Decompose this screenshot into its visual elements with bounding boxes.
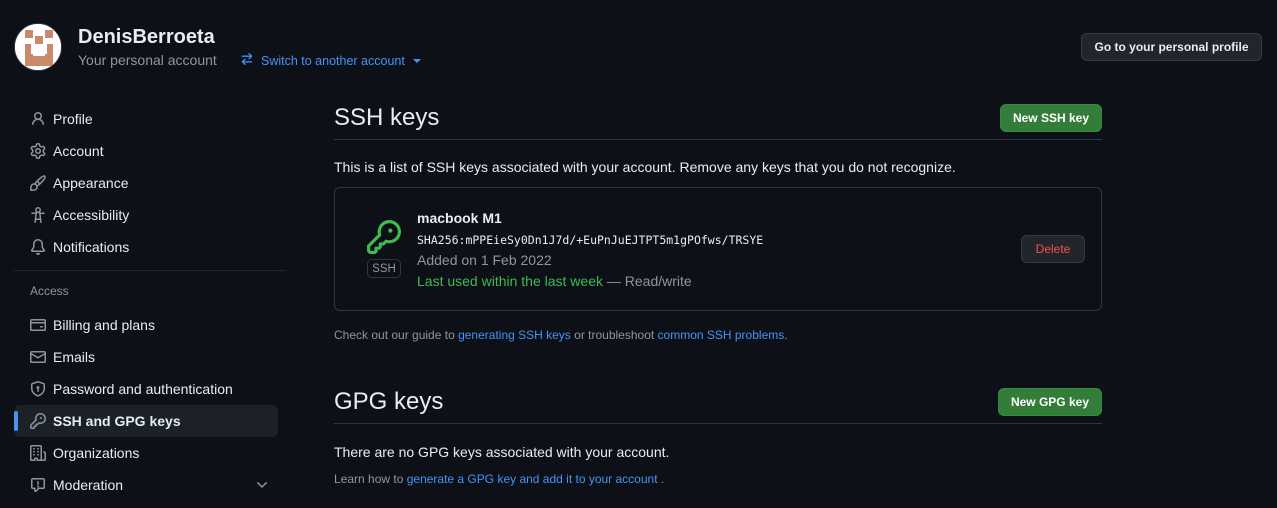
last-used-text: Last used within the last week — [417, 273, 603, 289]
personal-profile-button[interactable]: Go to your personal profile — [1081, 33, 1262, 61]
gpg-learn-note: Learn how to generate a GPG key and add … — [334, 472, 1102, 486]
comment-icon — [30, 477, 46, 493]
sidebar-item-label: Profile — [53, 111, 93, 127]
sidebar-item-accessibility[interactable]: Accessibility — [14, 199, 278, 231]
sidebar-item-label: Account — [53, 143, 104, 159]
sidebar-item-billing[interactable]: Billing and plans — [14, 309, 278, 341]
note-text: Check out our guide to — [334, 328, 459, 342]
sidebar-item-label: Moderation — [53, 477, 124, 493]
main-content: SSH keys New SSH key This is a list of S… — [334, 96, 1102, 486]
sidebar-item-password[interactable]: Password and authentication — [14, 373, 278, 405]
sidebar-item-appearance[interactable]: Appearance — [14, 167, 278, 199]
sidebar-item-label: Accessibility — [53, 207, 130, 223]
sidebar-divider — [14, 270, 286, 271]
key-icon — [30, 413, 46, 429]
sidebar-item-account[interactable]: Account — [14, 135, 278, 167]
sidebar-item-moderation[interactable]: Moderation — [14, 469, 278, 501]
account-subtitle: Your personal account — [78, 52, 217, 68]
person-icon — [30, 111, 46, 127]
bell-icon — [30, 239, 46, 255]
ssh-description: This is a list of SSH keys associated wi… — [334, 159, 956, 175]
sidebar-item-label: Appearance — [53, 175, 129, 191]
delete-ssh-key-button[interactable]: Delete — [1021, 235, 1085, 263]
sidebar-section-heading: Access — [30, 284, 69, 298]
ssh-guide-note: Check out our guide to generating SSH ke… — [334, 328, 1102, 342]
accessibility-icon — [30, 207, 46, 223]
sidebar-item-notifications[interactable]: Notifications — [14, 231, 278, 263]
sidebar-item-label: Password and authentication — [53, 381, 233, 397]
key-icon — [365, 220, 403, 254]
sidebar-item-profile[interactable]: Profile — [14, 103, 278, 135]
gpg-section-header: GPG keys New GPG key — [334, 380, 1102, 424]
access-level-text: — Read/write — [603, 273, 692, 289]
settings-sidebar: Profile Account Appearance Accessibility… — [14, 103, 286, 501]
note-text: or troubleshoot — [570, 328, 658, 342]
ssh-key-last-used: Last used within the last week — Read/wr… — [417, 273, 692, 289]
generate-gpg-key-link[interactable]: generate a GPG key and add it to your ac… — [407, 472, 658, 486]
gpg-section: GPG keys New GPG key There are no GPG ke… — [334, 380, 1102, 486]
gear-icon — [30, 143, 46, 159]
sidebar-item-label: Organizations — [53, 445, 140, 461]
gpg-section-title: GPG keys — [334, 387, 444, 415]
organization-icon — [30, 445, 46, 461]
sidebar-item-label: Notifications — [53, 239, 130, 255]
caret-down-icon — [412, 58, 421, 63]
sidebar-item-emails[interactable]: Emails — [14, 341, 278, 373]
arrow-switch-icon — [240, 52, 254, 69]
ssh-key-title: macbook M1 — [417, 210, 502, 226]
generating-ssh-keys-link[interactable]: generating SSH keys — [458, 328, 571, 342]
ssh-section-header: SSH keys New SSH key — [334, 96, 1102, 140]
note-text: . — [784, 328, 788, 342]
note-text: Learn how to — [334, 472, 407, 486]
credit-card-icon — [30, 317, 46, 333]
switch-account-label: Switch to another account — [261, 53, 405, 68]
ssh-key-fingerprint: SHA256:mPPEieSy0Dn1J7d/+EuPnJuEJTPT5m1gP… — [417, 233, 764, 247]
ssh-badge: SSH — [367, 259, 401, 278]
sidebar-item-label: SSH and GPG keys — [53, 413, 181, 429]
new-ssh-key-button[interactable]: New SSH key — [999, 103, 1102, 132]
sidebar-item-ssh-gpg-keys[interactable]: SSH and GPG keys — [14, 405, 278, 437]
ssh-key-item: SSH macbook M1 SHA256:mPPEieSy0Dn1J7d/+E… — [334, 187, 1102, 311]
chevron-down-icon[interactable] — [254, 477, 270, 496]
note-text: . — [657, 472, 665, 486]
sidebar-item-label: Emails — [53, 349, 96, 365]
mail-icon — [30, 349, 46, 365]
switch-account-link[interactable]: Switch to another account — [240, 52, 421, 69]
avatar[interactable] — [14, 23, 62, 71]
common-ssh-problems-link[interactable]: common SSH problems — [658, 328, 785, 342]
sidebar-item-label: Billing and plans — [53, 317, 155, 333]
paintbrush-icon — [30, 175, 46, 191]
shield-icon — [30, 381, 46, 397]
new-gpg-key-button[interactable]: New GPG key — [997, 387, 1102, 416]
ssh-section-title: SSH keys — [334, 103, 440, 131]
ssh-key-added-date: Added on 1 Feb 2022 — [417, 252, 552, 268]
account-name: DenisBerroeta — [78, 26, 215, 48]
gpg-empty-text: There are no GPG keys associated with yo… — [334, 444, 670, 460]
sidebar-item-organizations[interactable]: Organizations — [14, 437, 278, 469]
